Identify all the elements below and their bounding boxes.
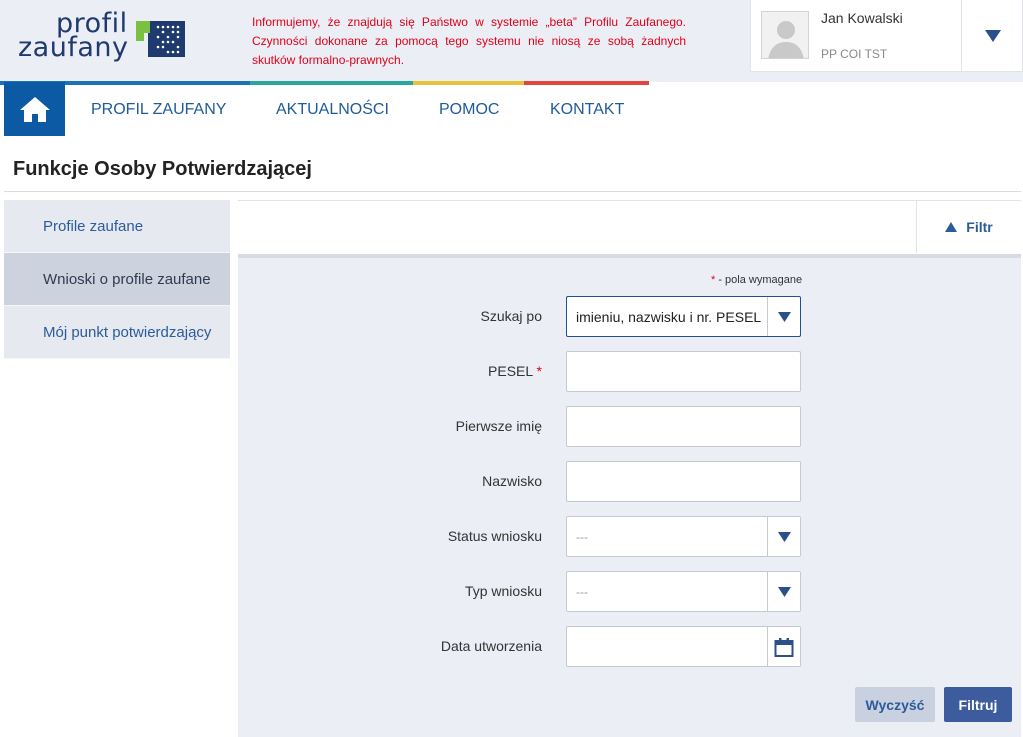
calendar-button[interactable] (767, 627, 800, 666)
home-icon (19, 97, 50, 122)
user-panel: Jan Kowalski PP COI TST (750, 0, 1023, 72)
search-by-select[interactable]: imieniu, nazwisku i nr. PESEL (566, 296, 801, 337)
clear-button[interactable]: Wyczyść (855, 687, 935, 722)
page-title: Funkcje Osoby Potwierdzającej (13, 158, 312, 180)
nav-item-pomoc[interactable]: POMOC (439, 101, 499, 119)
last-name-label: Nazwisko (482, 473, 542, 489)
nav-item-kontakt[interactable]: KONTAKT (550, 101, 624, 119)
logo-text: profil zaufany (18, 10, 129, 63)
sidebar-item-profile-zaufane[interactable]: Profile zaufane (4, 200, 230, 253)
type-select[interactable]: --- (566, 571, 801, 612)
sidebar: Profile zaufane Wnioski o profile zaufan… (4, 200, 230, 359)
pesel-input[interactable] (566, 351, 801, 392)
filter-toggle-button[interactable]: Filtr (917, 201, 1021, 253)
status-select[interactable]: --- (566, 516, 801, 557)
chevron-down-icon (777, 586, 791, 597)
logo-mark-icon (136, 21, 185, 57)
user-unit: PP COI TST (821, 47, 888, 61)
profil-zaufany-logo[interactable]: profil zaufany (18, 10, 188, 66)
required-note-text: - pola wymagane (715, 274, 803, 286)
title-divider (4, 191, 1021, 192)
chevron-down-icon (984, 29, 1001, 42)
filter-submit-button[interactable]: Filtruj (944, 687, 1012, 722)
type-label: Typ wniosku (464, 583, 542, 599)
created-date-input[interactable] (566, 626, 801, 667)
search-by-label: Szukaj po (480, 308, 542, 324)
pesel-label-text: PESEL (488, 363, 533, 379)
chevron-down-icon (777, 311, 791, 322)
search-by-dropdown-button[interactable] (767, 297, 800, 336)
pesel-label: PESEL * (242, 363, 542, 379)
chevron-down-icon (777, 531, 791, 542)
status-dropdown-button[interactable] (767, 517, 800, 556)
site-header: profil zaufany Informujemy, że znajdują … (0, 0, 1023, 82)
logo-line-2: zaufany (18, 32, 129, 63)
first-name-input[interactable] (566, 406, 801, 447)
required-fields-note: * - pola wymagane (711, 274, 802, 286)
calendar-icon (774, 637, 794, 657)
search-by-value: imieniu, nazwisku i nr. PESEL (576, 309, 762, 325)
created-date-label: Data utworzenia (440, 638, 542, 654)
type-value: --- (576, 585, 588, 599)
sidebar-item-moj-punkt[interactable]: Mój punkt potwierdzający (4, 306, 230, 359)
home-button[interactable] (4, 82, 65, 136)
sidebar-item-wnioski[interactable]: Wnioski o profile zaufane (4, 253, 230, 306)
user-name: Jan Kowalski (821, 10, 903, 26)
status-value: --- (576, 530, 588, 544)
triangle-up-icon (945, 222, 958, 232)
main-nav: PROFIL ZAUFANY AKTUALNOŚCI POMOC KONTAKT (0, 82, 1023, 136)
status-label: Status wniosku (447, 528, 542, 544)
filter-toggle-label: Filtr (966, 219, 993, 235)
page-root: profil zaufany Informujemy, że znajdują … (0, 0, 1023, 737)
last-name-input[interactable] (566, 461, 801, 502)
first-name-label: Pierwsze imię (455, 418, 542, 434)
beta-notice: Informujemy, że znajdują się Państwo w s… (252, 15, 686, 67)
nav-item-profil-zaufany[interactable]: PROFIL ZAUFANY (91, 101, 226, 119)
user-silhouette-icon (761, 11, 809, 59)
pesel-required-mark: * (536, 363, 542, 379)
type-dropdown-button[interactable] (767, 572, 800, 611)
user-menu-toggle[interactable] (962, 0, 1023, 71)
filter-header (238, 200, 1021, 254)
nav-item-aktualnosci[interactable]: AKTUALNOŚCI (276, 101, 389, 119)
